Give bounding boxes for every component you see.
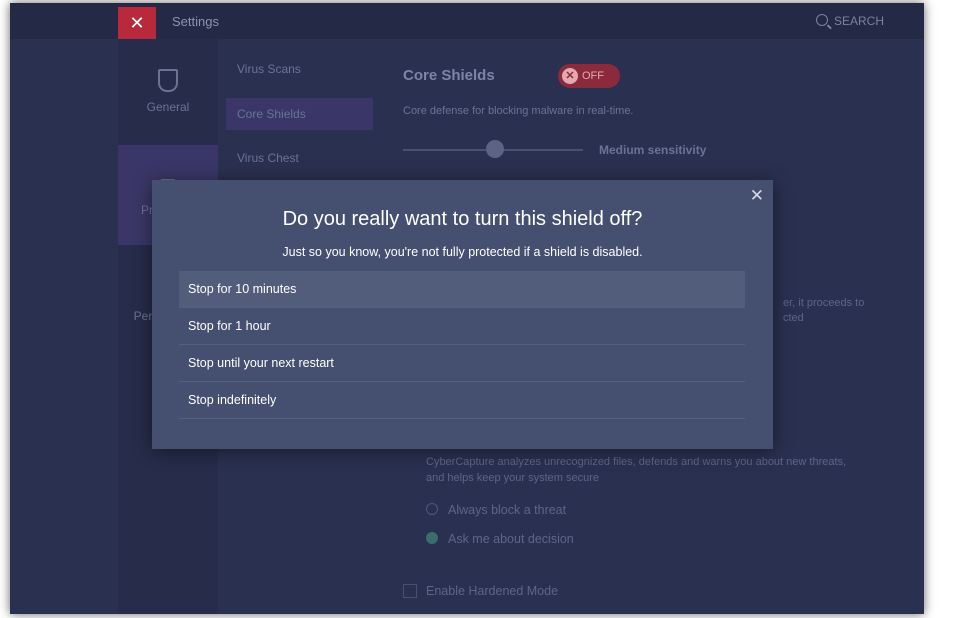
close-icon[interactable]: ✕ xyxy=(750,186,764,206)
dialog-title: Do you really want to turn this shield o… xyxy=(282,208,643,230)
stop-options-list: Stop for 10 minutes Stop for 1 hour Stop… xyxy=(179,271,745,419)
option-stop-1-hour[interactable]: Stop for 1 hour xyxy=(179,308,745,345)
option-stop-indefinitely[interactable]: Stop indefinitely xyxy=(179,382,745,419)
dialog-subtitle: Just so you know, you're not fully prote… xyxy=(282,245,643,259)
option-stop-10-minutes[interactable]: Stop for 10 minutes xyxy=(179,271,745,308)
turn-off-shield-dialog: ✕ Do you really want to turn this shield… xyxy=(152,180,773,449)
option-stop-until-restart[interactable]: Stop until your next restart xyxy=(179,345,745,382)
modal-overlay: ✕ Do you really want to turn this shield… xyxy=(0,0,955,618)
